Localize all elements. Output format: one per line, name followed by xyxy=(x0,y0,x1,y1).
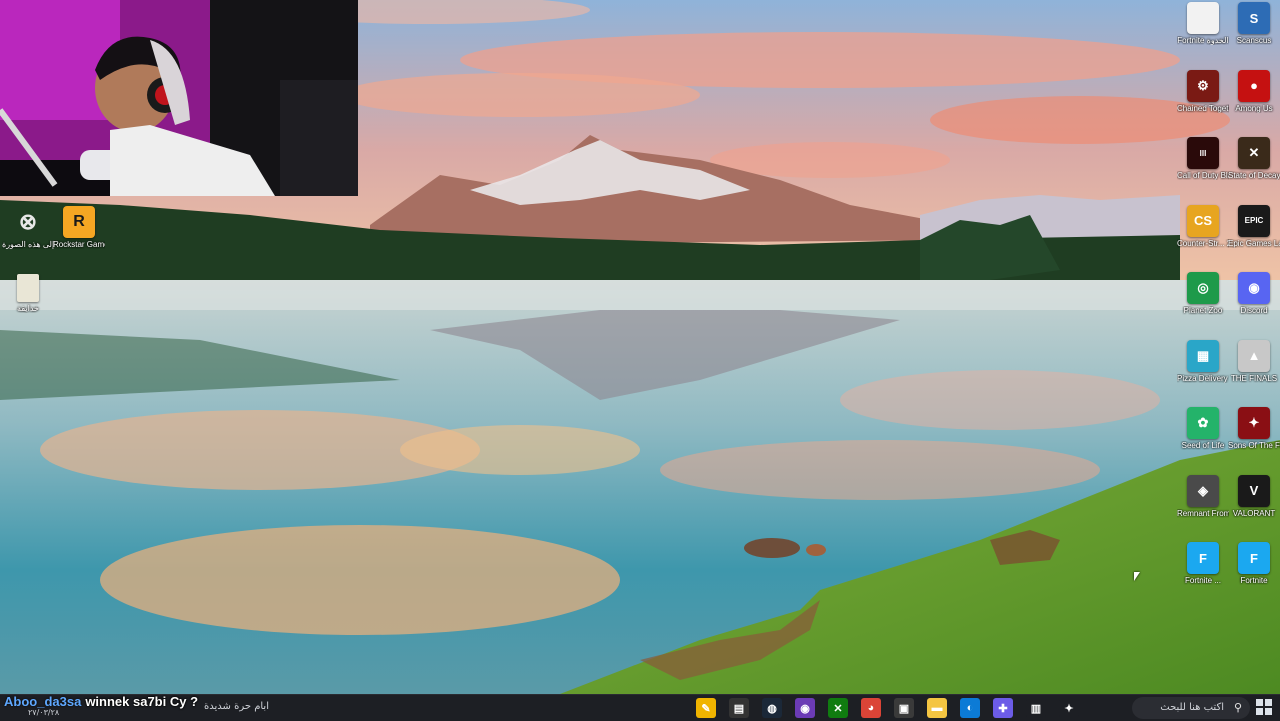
the-finals-icon: ▲ xyxy=(1238,339,1270,372)
desktop-icon-label: State of Decay xyxy=(1228,171,1280,180)
desktop-icon-label: Fortnite ... xyxy=(1184,576,1221,585)
seed-of-life-icon: ✿ xyxy=(1187,407,1219,439)
learn-about-picture-icon: ⊗ xyxy=(18,209,38,234)
desktop-icon-remnant-from-the-ashes[interactable]: ◈Remnant From t... xyxy=(1177,474,1229,518)
desktop-icon-label: Epic Games Launcher xyxy=(1228,238,1280,248)
desktop-icon-scanner[interactable]: S Scanscus xyxy=(1228,2,1280,45)
desktop-icon-label: Counter-Str... 2 xyxy=(1177,238,1229,248)
taskbar-search-box[interactable]: اكتب هنا للبحث ⚲ xyxy=(1132,697,1250,719)
pin-store-icon[interactable]: ▣ xyxy=(894,698,914,718)
desktop-icon-label: Sons Of The Forest xyxy=(1228,441,1280,450)
desktop-icon-label: تعرف إلى هذه الصورة xyxy=(2,240,54,249)
desktop-icon-label: Among Us xyxy=(1235,103,1273,113)
epic-games-launcher-icon: EPIC xyxy=(1238,204,1270,237)
chat-message-text: winnek sa7bi Cy ? xyxy=(85,694,199,709)
desktop-icon-sons-of-the-forest[interactable]: ✦ Sons Of The Forest xyxy=(1228,407,1280,450)
search-placeholder: اكتب هنا للبحث xyxy=(1160,702,1224,713)
webcam-overlay xyxy=(0,0,358,196)
discord-icon: ◉ xyxy=(1238,272,1270,304)
pin-terminal-icon[interactable]: ▤ xyxy=(729,698,749,718)
desktop-icon-label: Scanscus xyxy=(1236,36,1272,45)
desktop-icon-label: Rockstar Games ... xyxy=(53,240,105,249)
fortnite-1-icon: F xyxy=(1187,542,1219,574)
desktop-icon-counter-strike-2[interactable]: CS Counter-Str... 2 xyxy=(1177,204,1229,248)
desktop-icon-call-of-duty[interactable]: III Call of Duty Black Ops xyxy=(1177,137,1229,180)
among-us-icon: ● xyxy=(1238,69,1270,102)
call-of-duty-icon: III xyxy=(1187,137,1219,169)
desktop-icon-label: Fortnite xyxy=(1240,576,1268,585)
pin-discord-ptb-icon[interactable]: ◉ xyxy=(795,698,815,718)
planet-zoo-icon: ◎ xyxy=(1187,272,1219,304)
scanner-icon: S xyxy=(1238,2,1270,34)
desktop-icon-label: Call of Duty Black Ops xyxy=(1177,171,1229,180)
pin-copilot-icon[interactable]: ✚ xyxy=(993,698,1013,718)
desktop-icon-label: Remnant From t... xyxy=(1177,508,1229,518)
desktop-icon-state-of-decay[interactable]: ✕ State of Decay xyxy=(1228,137,1280,180)
fortnite-file-icon xyxy=(1187,2,1219,34)
desktop-icon-label: Seed of Life xyxy=(1181,441,1225,450)
desktop-icon-planet-zoo[interactable]: ◎ Planet Zoo xyxy=(1177,272,1229,315)
counter-strike-2-icon: CS xyxy=(1187,204,1219,237)
pin-steam-icon[interactable]: ◍ xyxy=(762,698,782,718)
windows-logo-quad xyxy=(1256,708,1263,715)
remnant-from-the-ashes-icon: ◈ xyxy=(1187,474,1219,507)
desktop-icon-seed-of-life[interactable]: ✿ Seed of Life xyxy=(1177,407,1229,450)
desktop-icon-chained-together[interactable]: ⚙Chained Togethe xyxy=(1177,69,1229,113)
valorant-icon: V xyxy=(1238,474,1270,507)
desktop-icon-fortnite-file[interactable]: Fortnite الخدوة xyxy=(1177,2,1229,45)
desktop-icon-valorant[interactable]: V VALORANT xyxy=(1228,474,1280,518)
pin-app-1-icon[interactable]: ✎ xyxy=(696,698,716,718)
desktop-icon-label: Chained Togethe xyxy=(1177,103,1229,113)
desktop-icon-label: خدايقة xyxy=(17,304,39,313)
desktop-icon-the-finals[interactable]: ▲ THE FINALS xyxy=(1228,339,1280,383)
search-icon: ⚲ xyxy=(1233,701,1242,714)
start-button[interactable] xyxy=(1256,699,1272,715)
desktop-icon-rockstar-games[interactable]: R Rockstar Games ... xyxy=(53,206,105,249)
pin-task-view-icon[interactable]: ▥ xyxy=(1026,698,1046,718)
tray-text: ابام حرة شديدة xyxy=(204,701,269,712)
file-icon xyxy=(17,274,39,302)
fortnite-2-icon: F xyxy=(1238,542,1270,574)
desktop-icon-fortnite-2[interactable]: F Fortnite xyxy=(1228,542,1280,585)
desktop-icon-epic-games-launcher[interactable]: EPICEpic Games Launcher xyxy=(1228,204,1280,248)
rockstar-icon: R xyxy=(63,206,95,238)
desktop-icon-label: THE FINALS xyxy=(1230,373,1278,383)
sons-of-the-forest-icon: ✦ xyxy=(1238,407,1270,439)
desktop-icon-label: Planet Zoo xyxy=(1183,306,1223,315)
desktop-icon-fortnite-1[interactable]: F Fortnite ... xyxy=(1177,542,1229,585)
windows-logo-quad xyxy=(1265,699,1272,706)
windows-logo-quad xyxy=(1265,708,1272,715)
desktop-icon-label: VALORANT xyxy=(1232,508,1276,518)
desktop-icon-among-us[interactable]: ● Among Us xyxy=(1228,69,1280,113)
desktop-icon-pizza-delivery[interactable]: ▦Pizza Delivery Simulator xyxy=(1177,339,1229,383)
pin-explorer-icon[interactable]: ▬ xyxy=(927,698,947,718)
desktop-icon-label: Discord xyxy=(1240,306,1268,315)
desktop-icon-folder-file[interactable]: خدايقة xyxy=(2,274,54,313)
windows-logo-icon xyxy=(1256,699,1263,706)
chat-username: Aboo_da3sa xyxy=(4,694,82,709)
pin-chrome-icon[interactable]: ◕ xyxy=(861,698,881,718)
pin-edge-icon[interactable]: ◐ xyxy=(960,698,980,718)
state-of-decay-icon: ✕ xyxy=(1238,137,1270,169)
stream-chat-message: Aboo_da3sa winnek sa7bi Cy ? xyxy=(4,694,198,712)
mouse-cursor-icon xyxy=(1134,572,1140,581)
pin-xbox-icon[interactable]: ✕ xyxy=(828,698,848,718)
desktop-icon-learn-about-picture[interactable]: ⊗ تعرف إلى هذه الصورة xyxy=(2,206,54,249)
chained-together-icon: ⚙ xyxy=(1187,69,1219,102)
pin-widgets-icon[interactable]: ✦ xyxy=(1059,698,1079,718)
desktop-icon-label: Fortnite الخدوة xyxy=(1177,36,1229,45)
desktop-icon-discord[interactable]: ◉ Discord xyxy=(1228,272,1280,315)
desktop-icon-label: Pizza Delivery Simulator xyxy=(1177,373,1229,383)
pizza-delivery-icon: ▦ xyxy=(1187,339,1219,372)
